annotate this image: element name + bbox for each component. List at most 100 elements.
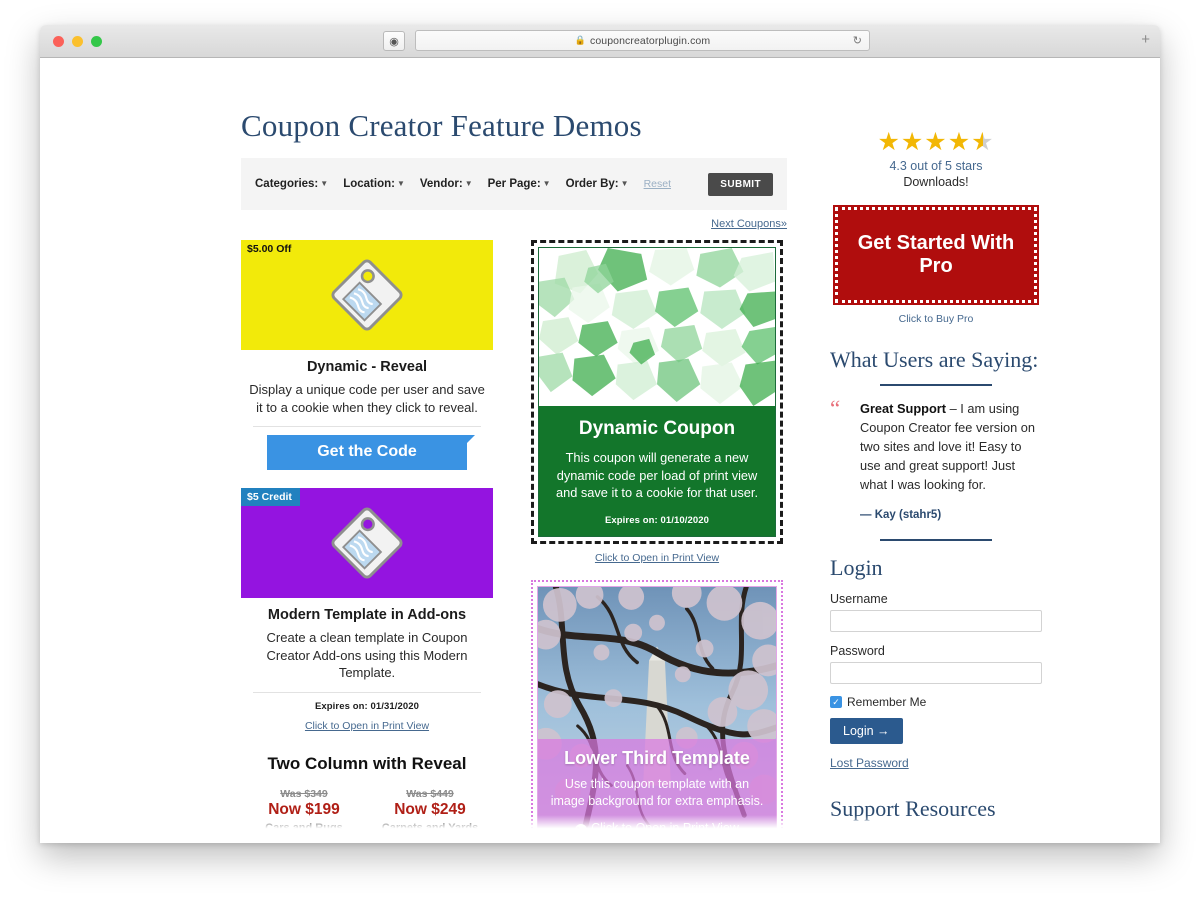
remember-me-checkbox[interactable]: ✓ [830,696,842,709]
coupon-card-modern-template[interactable]: $5 Credit Modern Template in Add-ons Cre… [241,488,493,732]
remember-me-row[interactable]: ✓ Remember Me [830,695,1042,709]
green-polygon-artwork [539,248,775,406]
coupon-column-right: Dynamic Coupon This coupon will generate… [531,240,783,843]
coupon-inner: Dynamic Coupon This coupon will generate… [538,247,776,537]
chevron-down-icon: ▼ [320,179,329,188]
coupon-body: Dynamic Coupon This coupon will generate… [539,406,775,536]
divider [880,538,992,541]
chevron-down-icon: ▼ [542,179,551,188]
window-controls[interactable] [53,36,102,47]
coupon-title: Lower Third Template [564,747,750,768]
coupon-title: Two Column with Reveal [267,753,467,773]
testimonial-dash: – [946,401,961,417]
divider [253,426,481,428]
content-fade-overlay [40,815,1160,843]
coupon-description: Create a clean template in Coupon Creato… [266,630,468,681]
coupon-description: Display a unique code per user and save … [249,382,485,415]
star-icon: ★ [877,128,901,156]
star-icon: ★ [924,128,948,156]
minimize-window-button[interactable] [72,36,83,47]
reset-link[interactable]: Reset [644,178,671,190]
submit-button[interactable]: SUBMIT [708,172,773,196]
password-input[interactable] [830,662,1042,685]
get-the-code-button[interactable]: Get the Code [267,435,475,471]
filter-location-label: Location: [343,178,395,190]
sidebar: ★★★★★ 4.3 out of 5 stars Downloads! Get … [830,130,1042,843]
new-tab-button[interactable]: + [1141,32,1150,47]
discount-badge: $5.00 Off [247,243,292,255]
filter-order-by-label: Order By: [565,178,619,190]
address-bar[interactable]: 🔒 couponcreatorplugin.com ↻ [415,30,870,51]
chevron-down-icon: ▼ [620,179,629,188]
coupon-title: Modern Template in Add-ons [267,607,467,624]
star-icon: ★ [947,128,972,156]
star-rating: ★★★★★ [830,130,1042,155]
star-half-icon: ★ [971,128,995,156]
testimonial-body: Great Support – I am using Coupon Creato… [860,400,1042,495]
close-window-button[interactable] [53,36,64,47]
lock-icon: 🔒 [574,35,586,45]
filter-location[interactable]: Location: ▼ [343,178,405,190]
expires-text: Expires on: 01/10/2020 [604,514,710,526]
page-viewport: Coupon Creator Feature Demos Categories:… [40,58,1160,843]
coupon-title: Dynamic Coupon [578,418,736,439]
lost-password-link[interactable]: Lost Password [830,756,1042,770]
username-label: Username [830,592,888,607]
dotted-frame: Lower Third Template Use this coupon tem… [531,579,783,843]
old-price: Was $349 [280,787,328,800]
testimonial: “ Great Support – I am using Coupon Crea… [830,396,1042,495]
maximize-window-button[interactable] [91,36,102,47]
settings-icon[interactable]: ◉ [383,31,405,51]
filter-bar: Categories: ▼ Location: ▼ Vendor: ▼ Per Pag… [241,158,787,210]
coupon-description: Use this coupon template with an image b… [550,776,764,808]
testimonial-lead: Great Support [860,401,947,417]
coupon-card-dynamic-coupon[interactable]: Dynamic Coupon This coupon will generate… [531,240,783,564]
remember-me-label: Remember Me [847,695,927,710]
reload-icon[interactable]: ↻ [853,34,862,47]
filter-categories-label: Categories: [255,178,319,190]
next-coupons-link[interactable]: Next Coupons» [711,218,787,230]
credit-badge: $5 Credit [241,488,300,507]
filter-vendor-label: Vendor: [419,178,463,190]
coupon-description: This coupon will generate a new dynamic … [555,450,759,501]
coupon-column-left: $5.00 Off Dynamic - Reveal Display a uni… [241,240,493,843]
coupon-inner: Lower Third Template Use this coupon tem… [537,585,777,843]
username-input[interactable] [830,610,1042,633]
url-text: couponcreatorplugin.com [590,34,711,47]
old-price: Was $449 [406,787,454,800]
polygon-pattern-icon [539,248,775,406]
print-view-link[interactable]: Click to Open in Print View [241,720,493,732]
filter-vendor[interactable]: Vendor: ▼ [420,178,473,190]
price-tag-icon [331,507,403,579]
star-icon: ★ [900,128,925,156]
quote-icon: “ [830,396,841,422]
dashed-frame: Dynamic Coupon This coupon will generate… [531,240,783,544]
password-label: Password [830,644,885,659]
browser-titlebar: ◉ 🔒 couponcreatorplugin.com ↻ + [40,25,1160,58]
testimonial-author: — Kay (stahr5) [860,508,942,521]
filter-per-page[interactable]: Per Page: ▼ [488,178,551,190]
browser-window: ◉ 🔒 couponcreatorplugin.com ↻ + Coupon C… [40,25,1160,843]
coupon-card-dynamic-reveal[interactable]: $5.00 Off Dynamic - Reveal Display a uni… [241,240,493,471]
get-started-pro-button[interactable]: Get Started With Pro [833,205,1039,305]
login-button[interactable]: Login → [830,718,903,745]
coupon-card-lower-third[interactable]: Lower Third Template Use this coupon tem… [531,579,783,843]
filter-categories[interactable]: Categories: ▼ [255,178,328,190]
rating-text: 4.3 out of 5 stars [889,159,983,173]
price-tag-icon [331,259,403,331]
next-coupons-link-wrap: Next Coupons» [203,218,787,230]
coupon-banner: $5.00 Off [241,240,493,350]
print-view-link[interactable]: Click to Open in Print View [531,552,783,564]
filter-order-by[interactable]: Order By: ▼ [566,178,629,190]
buy-pro-sublabel[interactable]: Click to Buy Pro [830,313,1042,325]
downloads-text: Downloads! [903,175,969,189]
login-heading: Login [830,554,883,580]
testimonials-heading: What Users are Saying: [830,347,1039,372]
divider [253,691,481,693]
filter-per-page-label: Per Page: [487,178,541,190]
coupon-title: Dynamic - Reveal [306,359,428,375]
divider [880,384,992,387]
expires-text: Expires on: 01/31/2020 [314,700,420,712]
coupon-banner: $5 Credit [241,488,493,599]
chevron-down-icon: ▼ [396,179,405,188]
